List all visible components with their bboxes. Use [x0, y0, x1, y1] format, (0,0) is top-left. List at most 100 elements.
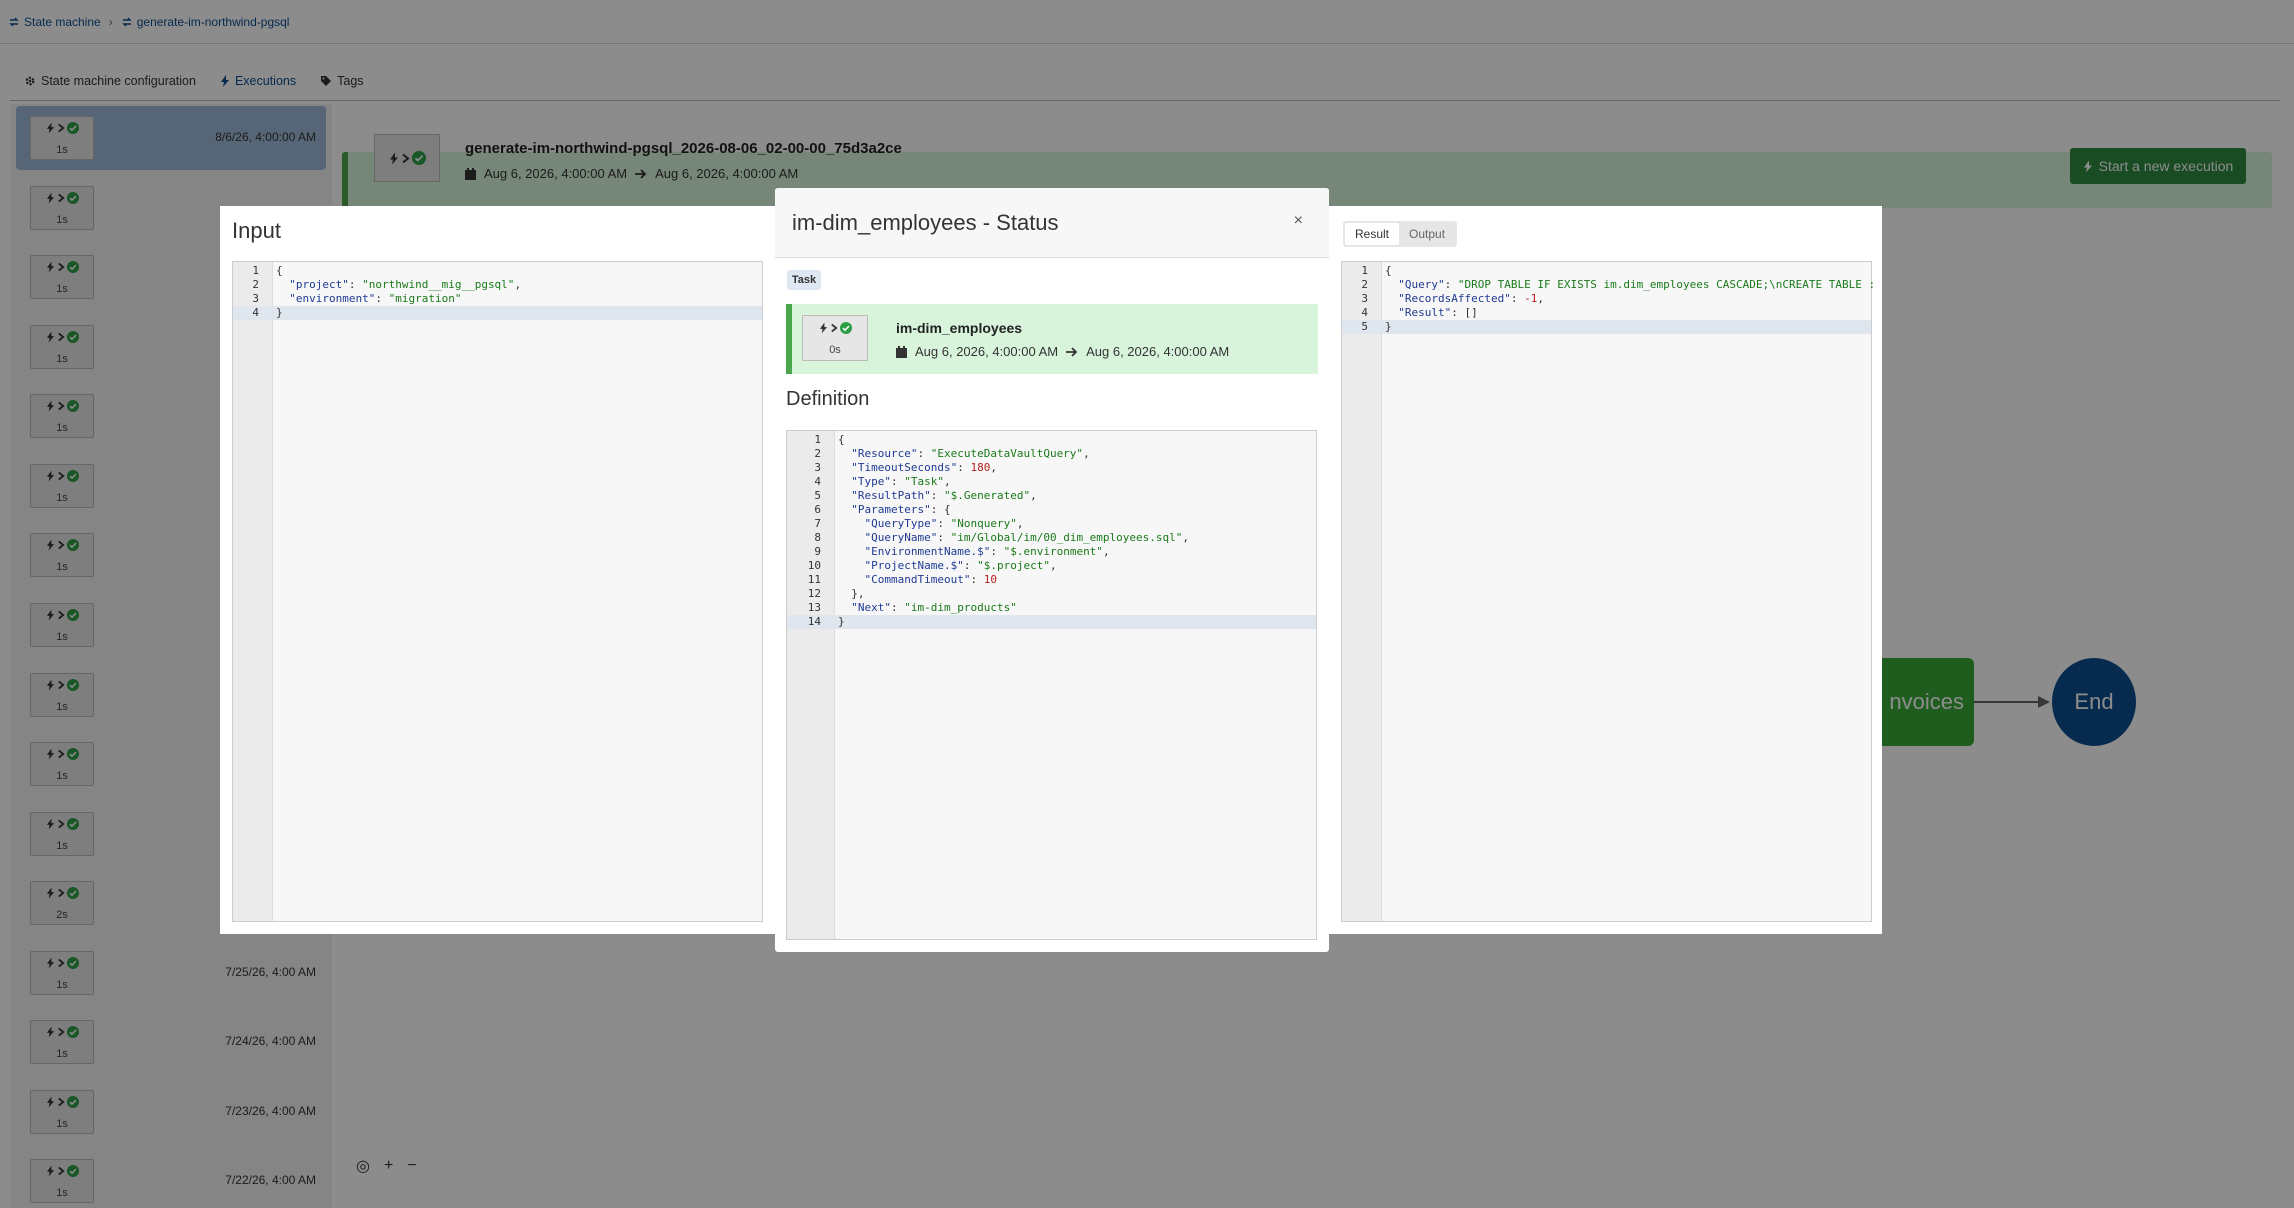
code-line: 8 "QueryName": "im/Global/im/00_dim_empl…	[787, 531, 1316, 545]
code-token: "QueryName"	[864, 531, 938, 544]
chevron-right-icon	[830, 323, 838, 333]
code-line: 1{	[787, 433, 1316, 447]
line-number: 9	[814, 545, 821, 558]
line-number: 1	[814, 433, 821, 446]
line-number: 14	[807, 615, 821, 628]
code-text: "environment": "migration"	[276, 292, 461, 306]
code-text: "Next": "im-dim_products"	[838, 601, 1017, 615]
line-number: 2	[814, 447, 821, 460]
code-token: -1	[1524, 292, 1538, 305]
code-token: {	[1385, 264, 1392, 277]
code-token: :	[348, 278, 363, 291]
code-token: "Query"	[1398, 278, 1445, 291]
code-token: : []	[1451, 306, 1478, 319]
code-token: :	[937, 517, 951, 530]
close-icon[interactable]: ×	[1294, 212, 1303, 230]
line-number: 1	[1361, 264, 1368, 277]
code-line: 9 "EnvironmentName.$": "$.environment",	[787, 545, 1316, 559]
code-line: 1{	[1342, 264, 1871, 278]
code-token: "Nonquery"	[950, 517, 1017, 530]
code-line: 3 "TimeoutSeconds": 180,	[787, 461, 1316, 475]
state-status-badge: 0s	[802, 315, 868, 361]
line-number: 13	[807, 601, 821, 614]
tab-output[interactable]: Output	[1399, 223, 1455, 245]
code-line: 13 "Next": "im-dim_products"	[787, 601, 1316, 615]
code-text: "Parameters": {	[838, 503, 950, 517]
code-token: :	[930, 489, 944, 502]
code-text: }	[276, 306, 283, 320]
code-text: "Type": "Task",	[838, 475, 951, 489]
line-number: 4	[1361, 306, 1368, 319]
result-tabs: Result Output	[1343, 221, 1458, 247]
code-line: 12 },	[787, 587, 1316, 601]
code-line: 3 "environment": "migration"	[233, 292, 762, 306]
code-token: ,	[1102, 545, 1110, 558]
code-token: "$.environment"	[1003, 545, 1103, 558]
code-text: "EnvironmentName.$": "$.environment",	[838, 545, 1110, 559]
line-number: 5	[1361, 320, 1368, 333]
line-number: 10	[807, 559, 821, 572]
code-token: ,	[1537, 292, 1544, 305]
input-editor[interactable]: 1{2 "project": "northwind__mig__pgsql", 3…	[232, 261, 763, 922]
code-token: ,	[1030, 489, 1037, 502]
tab-result[interactable]: Result	[1345, 223, 1400, 245]
code-token: "im-dim_products"	[904, 601, 1017, 614]
code-token: "ExecuteDataVaultQuery"	[930, 447, 1084, 460]
input-title: Input	[232, 218, 281, 243]
code-token: 10	[983, 573, 997, 586]
state-times: Aug 6, 2026, 4:00:00 AM Aug 6, 2026, 4:0…	[896, 344, 1229, 359]
code-token: "Parameters"	[851, 503, 931, 516]
code-text: {	[838, 433, 845, 447]
code-line: 11 "CommandTimeout": 10	[787, 573, 1316, 587]
code-token: ,	[1083, 447, 1090, 460]
code-token: "ProjectName.$"	[864, 559, 964, 572]
state-end: Aug 6, 2026, 4:00:00 AM	[1086, 344, 1230, 359]
code-text: "Query": "DROP TABLE IF EXISTS im.dim_em…	[1385, 278, 1875, 292]
code-text: "ProjectName.$": "$.project",	[838, 559, 1057, 573]
code-token: "Task"	[904, 475, 944, 488]
code-token: "EnvironmentName.$"	[864, 545, 991, 558]
state-name: im-dim_employees	[896, 320, 1023, 336]
code-token: :	[990, 545, 1004, 558]
line-number: 5	[814, 489, 821, 502]
code-text: }	[1385, 320, 1392, 334]
code-token: ,	[1049, 559, 1057, 572]
check-circle-icon	[839, 322, 852, 334]
line-number: 12	[807, 587, 821, 600]
state-start: Aug 6, 2026, 4:00:00 AM	[915, 344, 1059, 359]
code-text: "TimeoutSeconds": 180,	[838, 461, 997, 475]
code-token: "$.Generated"	[943, 489, 1031, 502]
code-token: "northwind__mig__pgsql"	[362, 278, 515, 291]
result-editor[interactable]: 1{2 "Query": "DROP TABLE IF EXISTS im.di…	[1341, 261, 1875, 922]
code-token: :	[963, 559, 978, 572]
code-text: }	[838, 615, 845, 629]
code-line: 6 "Parameters": {	[787, 503, 1316, 517]
code-token: "CommandTimeout"	[864, 573, 971, 586]
code-line: 4 "Type": "Task",	[787, 475, 1316, 489]
code-token: :	[375, 292, 389, 305]
state-duration: 0s	[829, 344, 841, 356]
code-token: "project"	[289, 278, 349, 291]
definition-editor[interactable]: 1{2 "Resource": "ExecuteDataVaultQuery",…	[786, 430, 1317, 940]
code-token: :	[937, 531, 951, 544]
code-token: ,	[944, 475, 951, 488]
line-number-gutter	[1342, 262, 1382, 921]
code-token: "DROP TABLE IF EXISTS im.dim_employees C…	[1457, 278, 1876, 291]
code-token: ,	[1182, 531, 1190, 544]
code-line: 3 "RecordsAffected": -1,	[1342, 292, 1871, 306]
code-token: :	[1510, 292, 1525, 305]
code-line: 10 "ProjectName.$": "$.project",	[787, 559, 1316, 573]
code-token: :	[891, 475, 905, 488]
line-number: 3	[252, 292, 259, 305]
code-line: 14}	[787, 615, 1316, 629]
